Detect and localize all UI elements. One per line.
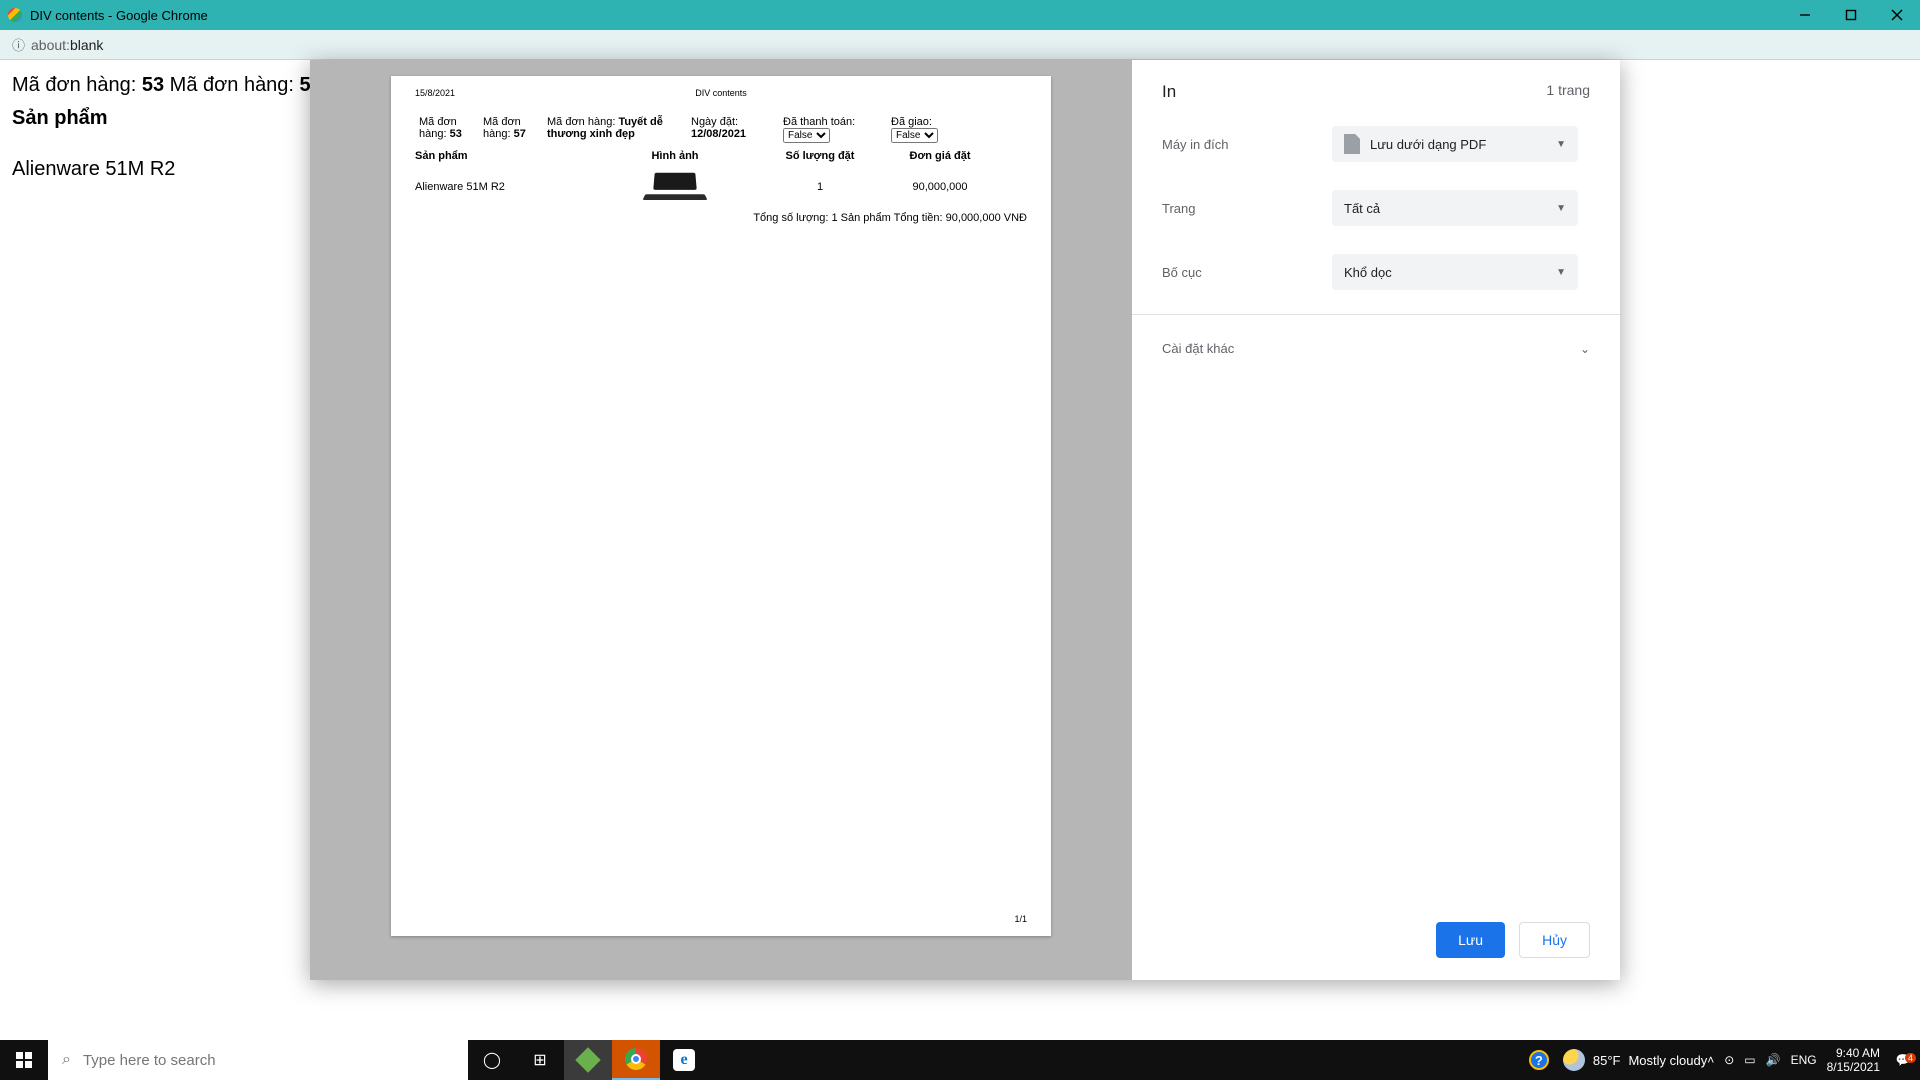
weather-desc: Mostly cloudy bbox=[1628, 1053, 1707, 1068]
location-icon[interactable]: ⊙ bbox=[1724, 1053, 1734, 1067]
cell-delivered: Đã giao:False bbox=[887, 116, 967, 143]
preview-page: 15/8/2021 DIV contents Mã đơn hàng: 53 M… bbox=[391, 76, 1051, 936]
app-icon bbox=[575, 1047, 600, 1072]
save-button[interactable]: Lưu bbox=[1436, 922, 1505, 958]
url-scheme: about: bbox=[31, 37, 70, 53]
product-name: Alienware 51M R2 bbox=[12, 158, 328, 181]
col-qty: Số lượng đặt bbox=[765, 150, 875, 162]
chevron-down-icon: ⌄ bbox=[1580, 342, 1590, 356]
settings-header: In 1 trang bbox=[1132, 60, 1620, 112]
url-path: blank bbox=[70, 37, 103, 53]
cell-paid: Đã thanh toán:False bbox=[779, 116, 883, 143]
more-settings-label: Cài đặt khác bbox=[1162, 341, 1234, 356]
cell-order-date: Ngày đặt:12/08/2021 bbox=[687, 116, 775, 143]
cell-qty: 1 bbox=[765, 181, 875, 193]
volume-icon[interactable]: 🔊 bbox=[1766, 1053, 1781, 1067]
row-pages: Trang Tất cả ▼ bbox=[1132, 176, 1620, 240]
cortana-button[interactable]: ◯ bbox=[468, 1040, 516, 1080]
tray-help[interactable]: ? bbox=[1515, 1040, 1563, 1080]
paid-select[interactable]: False bbox=[783, 128, 830, 143]
weather-temp: 85°F bbox=[1593, 1053, 1621, 1068]
delivered-select[interactable]: False bbox=[891, 128, 938, 143]
start-button[interactable] bbox=[0, 1040, 48, 1080]
address-bar[interactable]: ⓘ about:blank bbox=[0, 30, 1920, 60]
preview-header-date: 15/8/2021 bbox=[415, 88, 455, 98]
clock-time: 9:40 AM bbox=[1827, 1046, 1880, 1060]
print-dialog: 15/8/2021 DIV contents Mã đơn hàng: 53 M… bbox=[310, 60, 1620, 980]
col-product: Sản phẩm bbox=[415, 150, 585, 162]
search-placeholder: Type here to search bbox=[83, 1052, 216, 1069]
layout-dropdown[interactable]: Khổ dọc ▼ bbox=[1332, 254, 1578, 290]
chevron-down-icon: ▼ bbox=[1556, 139, 1566, 150]
minimize-button[interactable] bbox=[1782, 0, 1828, 30]
cell-order-57: Mã đơn hàng: 57 bbox=[479, 116, 539, 143]
cell-product-name: Alienware 51M R2 bbox=[415, 181, 585, 193]
page-count-label: 1 trang bbox=[1546, 82, 1590, 102]
window-title: DIV contents - Google Chrome bbox=[30, 8, 208, 23]
pages-dropdown[interactable]: Tất cả ▼ bbox=[1332, 190, 1578, 226]
taskbar-app-1[interactable] bbox=[564, 1040, 612, 1080]
taskbar: ⌕ Type here to search ◯ ⊞ e ? 85°F Mostl… bbox=[0, 1040, 1920, 1080]
destination-label: Máy in đích bbox=[1162, 137, 1332, 152]
products-heading: Sản phẩm bbox=[12, 107, 328, 130]
pages-label: Trang bbox=[1162, 201, 1332, 216]
preview-header-title: DIV contents bbox=[695, 88, 747, 98]
chrome-favicon-icon bbox=[8, 8, 22, 22]
chrome-icon bbox=[625, 1048, 647, 1070]
weather-icon bbox=[1563, 1049, 1585, 1071]
taskbar-search[interactable]: ⌕ Type here to search bbox=[48, 1040, 468, 1080]
col-image: Hình ảnh bbox=[585, 150, 765, 162]
tray-overflow-icon[interactable]: ˄ bbox=[1707, 1053, 1714, 1067]
destination-dropdown[interactable]: Lưu dưới dạng PDF ▼ bbox=[1332, 126, 1578, 162]
print-title: In bbox=[1162, 82, 1176, 102]
help-icon: ? bbox=[1529, 1050, 1549, 1070]
table-header-row: Sản phẩm Hình ảnh Số lượng đặt Đơn giá đ… bbox=[415, 150, 1027, 162]
layout-value: Khổ dọc bbox=[1344, 265, 1392, 280]
language-indicator[interactable]: ENG bbox=[1791, 1053, 1817, 1067]
task-view-button[interactable]: ⊞ bbox=[516, 1040, 564, 1080]
taskbar-edge[interactable]: e bbox=[660, 1040, 708, 1080]
layout-label: Bố cục bbox=[1162, 265, 1332, 280]
row-destination: Máy in đích Lưu dưới dạng PDF ▼ bbox=[1132, 112, 1620, 176]
print-preview-pane: 15/8/2021 DIV contents Mã đơn hàng: 53 M… bbox=[310, 60, 1132, 980]
notification-badge: 4 bbox=[1905, 1053, 1916, 1063]
action-center-button[interactable]: 💬 4 bbox=[1886, 1053, 1920, 1067]
order-ids-line: Mã đơn hàng: 53 Mã đơn hàng: 57 M bbox=[12, 74, 328, 97]
pages-value: Tất cả bbox=[1344, 201, 1380, 216]
taskbar-chrome[interactable] bbox=[612, 1040, 660, 1080]
edge-icon: e bbox=[673, 1049, 695, 1071]
destination-value: Lưu dưới dạng PDF bbox=[1370, 137, 1486, 152]
row-layout: Bố cục Khổ dọc ▼ bbox=[1132, 240, 1620, 304]
chevron-down-icon: ▼ bbox=[1556, 203, 1566, 214]
search-icon: ⌕ bbox=[62, 1051, 71, 1069]
clock-date: 8/15/2021 bbox=[1827, 1060, 1880, 1074]
dialog-button-bar: Lưu Hủy bbox=[1132, 900, 1620, 980]
order-info-row: Mã đơn hàng: 53 Mã đơn hàng: 57 Mã đơn h… bbox=[415, 116, 1027, 143]
cell-customer: Mã đơn hàng: Tuyết dễ thương xinh đẹp bbox=[543, 116, 683, 143]
background-page: Mã đơn hàng: 53 Mã đơn hàng: 57 M Sản ph… bbox=[0, 60, 340, 195]
windows-logo-icon bbox=[16, 1052, 32, 1068]
maximize-button[interactable] bbox=[1828, 0, 1874, 30]
workspace: Mã đơn hàng: 53 Mã đơn hàng: 57 M Sản ph… bbox=[0, 60, 1920, 1040]
cell-product-image bbox=[585, 172, 765, 202]
weather-widget[interactable]: 85°F Mostly cloudy bbox=[1563, 1049, 1707, 1071]
site-info-icon[interactable]: ⓘ bbox=[12, 35, 25, 54]
totals-line: Tổng số lượng: 1 Sản phẩm Tổng tiền: 90,… bbox=[753, 212, 1027, 224]
col-price: Đơn giá đặt bbox=[875, 150, 1005, 162]
pdf-icon bbox=[1344, 134, 1360, 154]
laptop-icon bbox=[640, 172, 710, 202]
cell-price: 90,000,000 bbox=[875, 181, 1005, 193]
cancel-button[interactable]: Hủy bbox=[1519, 922, 1590, 958]
close-button[interactable] bbox=[1874, 0, 1920, 30]
window-titlebar: DIV contents - Google Chrome bbox=[0, 0, 1920, 30]
taskbar-clock[interactable]: 9:40 AM 8/15/2021 bbox=[1821, 1046, 1886, 1074]
table-row: Alienware 51M R2 1 90,000,000 bbox=[415, 172, 1027, 202]
chevron-down-icon: ▼ bbox=[1556, 267, 1566, 278]
cell-order-53: Mã đơn hàng: 53 bbox=[415, 116, 475, 143]
system-tray: ˄ ⊙ ▭ 🔊 ENG bbox=[1707, 1053, 1820, 1067]
battery-icon[interactable]: ▭ bbox=[1744, 1053, 1755, 1067]
page-number: 1/1 bbox=[1014, 914, 1027, 924]
more-settings-toggle[interactable]: Cài đặt khác ⌄ bbox=[1132, 314, 1620, 382]
print-settings-pane: In 1 trang Máy in đích Lưu dưới dạng PDF… bbox=[1132, 60, 1620, 980]
